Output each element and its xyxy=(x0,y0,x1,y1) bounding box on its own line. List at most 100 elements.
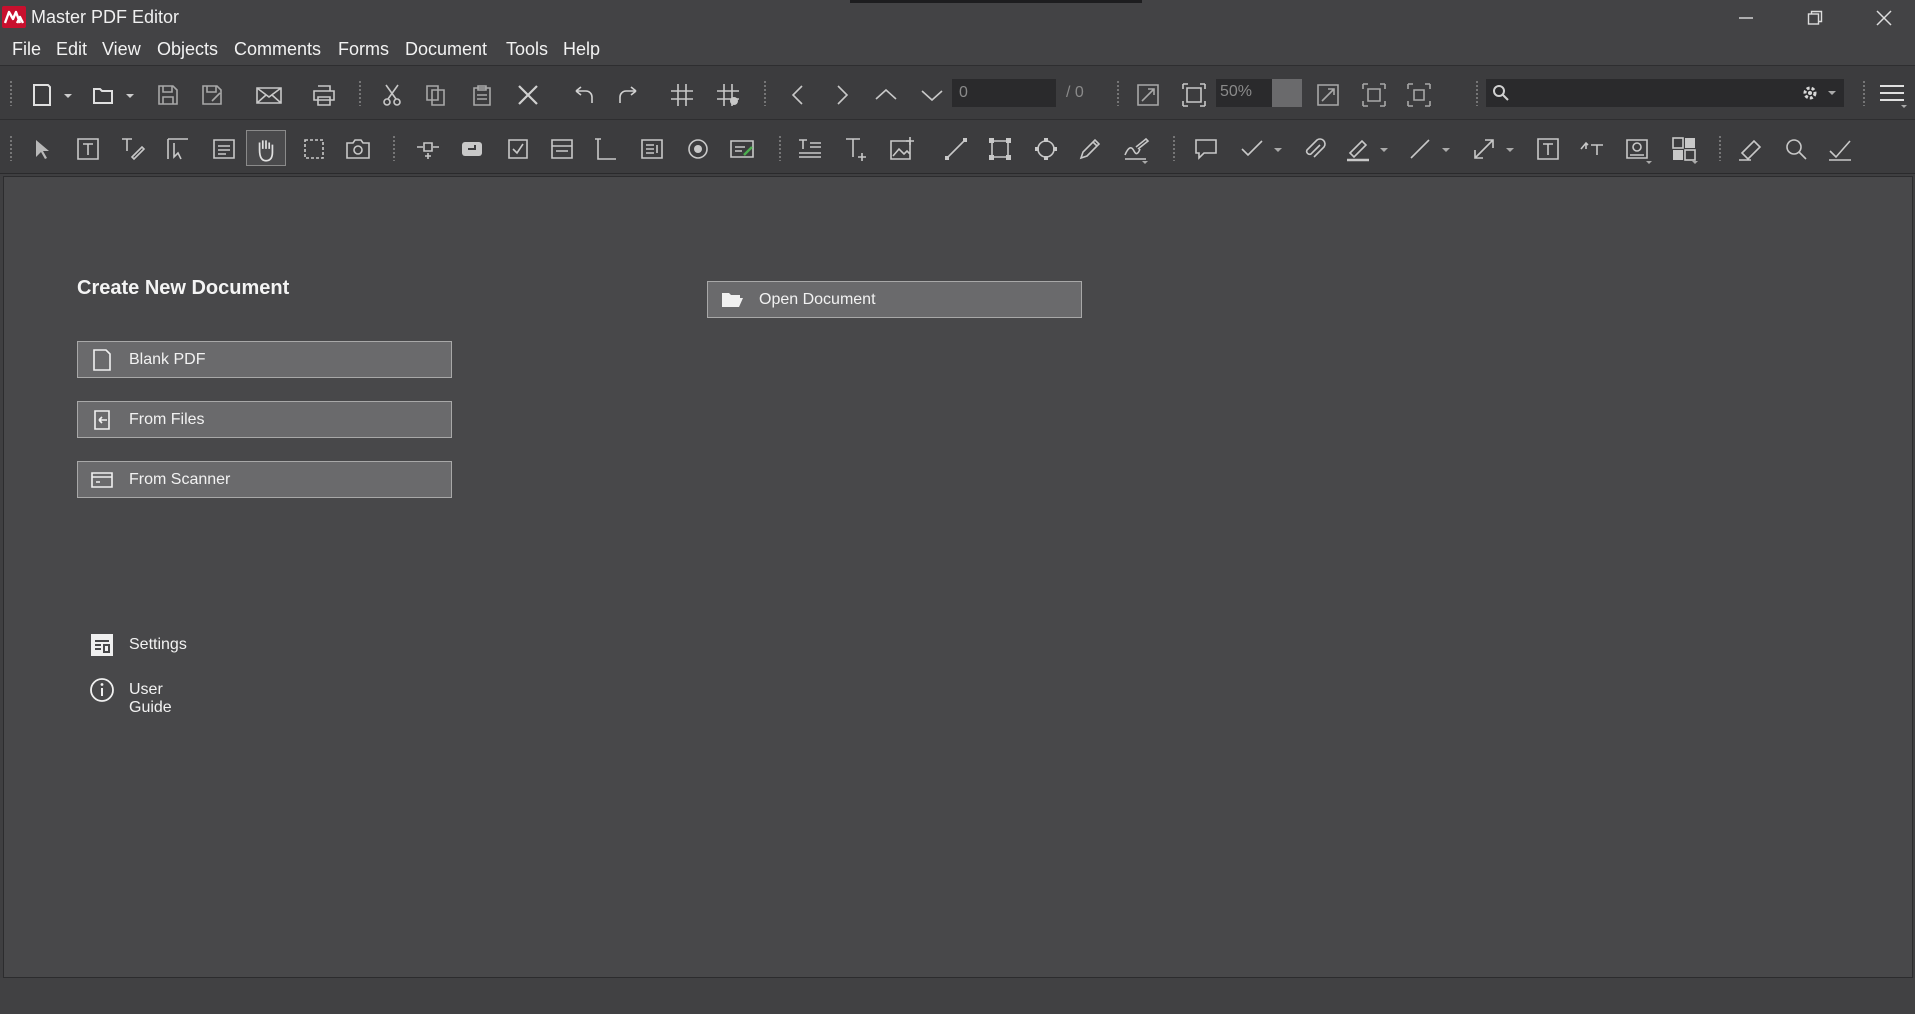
object-arrange-icon[interactable] xyxy=(1666,131,1698,164)
menu-comments[interactable]: Comments xyxy=(234,39,321,60)
line-tool-icon[interactable] xyxy=(938,131,970,163)
menu-file[interactable]: File xyxy=(12,39,41,60)
from-files-button[interactable]: From Files xyxy=(77,401,452,438)
print-icon[interactable] xyxy=(306,77,338,109)
stamp-dropdown-chevron-down-icon[interactable] xyxy=(1268,131,1284,163)
menu-document[interactable]: Document xyxy=(405,39,487,60)
menu-tools[interactable]: Tools xyxy=(506,39,548,60)
paste-icon[interactable] xyxy=(464,77,496,109)
fit-width-icon[interactable] xyxy=(1356,77,1388,109)
edit-objects-icon[interactable] xyxy=(160,131,192,163)
save-icon[interactable] xyxy=(150,77,182,109)
text-box-icon[interactable] xyxy=(1530,131,1562,163)
menu-edit[interactable]: Edit xyxy=(56,39,87,60)
undo-icon[interactable] xyxy=(566,77,598,109)
edit-forms-icon[interactable] xyxy=(206,131,238,163)
snap-to-grid-icon[interactable] xyxy=(710,77,742,109)
previous-page-chevron-left-icon[interactable] xyxy=(780,77,812,109)
from-scanner-button[interactable]: From Scanner xyxy=(77,461,452,498)
arrow-line-icon[interactable] xyxy=(1466,131,1498,163)
radio-button-field-icon[interactable] xyxy=(680,131,712,163)
edit-text-icon[interactable] xyxy=(114,131,146,163)
add-text-paragraph-icon[interactable] xyxy=(792,131,824,163)
toolbar-grip[interactable] xyxy=(763,80,767,106)
snapshot-camera-icon[interactable] xyxy=(340,131,372,163)
callout-icon[interactable] xyxy=(1574,131,1606,163)
page-number-input[interactable]: 0 xyxy=(952,79,1056,107)
link-tool-icon[interactable] xyxy=(410,131,442,163)
toolbar-grip[interactable] xyxy=(9,135,13,161)
main-menu-hamburger-icon[interactable] xyxy=(1876,80,1908,110)
settings-icon xyxy=(91,634,113,656)
toolbar-grip[interactable] xyxy=(778,135,782,161)
hand-tool-icon[interactable] xyxy=(246,130,286,166)
checkbox-field-icon[interactable] xyxy=(500,131,532,163)
minimize-button[interactable] xyxy=(1710,0,1780,34)
toolbar-grip[interactable] xyxy=(1862,80,1866,106)
close-window-button[interactable] xyxy=(1848,0,1915,34)
arrow-dropdown-chevron-down-icon[interactable] xyxy=(1500,131,1516,163)
fit-visible-icon[interactable] xyxy=(1401,77,1433,109)
open-folder-icon[interactable] xyxy=(86,77,118,109)
zoom-in-icon[interactable] xyxy=(1310,77,1342,109)
toolbar-grip[interactable] xyxy=(9,80,13,106)
highlight-marker-icon[interactable] xyxy=(1340,131,1372,163)
highlight-dropdown-chevron-down-icon[interactable] xyxy=(1374,131,1390,163)
menu-objects[interactable]: Objects xyxy=(157,39,218,60)
rectangle-tool-icon[interactable] xyxy=(982,131,1014,163)
search-input[interactable] xyxy=(1486,79,1844,107)
delete-icon[interactable] xyxy=(510,77,542,109)
menu-forms[interactable]: Forms xyxy=(338,39,389,60)
sticky-note-comment-icon[interactable] xyxy=(1188,131,1220,163)
last-page-chevron-down-icon[interactable] xyxy=(914,77,946,109)
zoom-dropdown-button[interactable] xyxy=(1272,79,1302,107)
measure-line-icon[interactable] xyxy=(1402,131,1434,163)
eraser-icon[interactable] xyxy=(1732,131,1764,163)
pencil-tool-icon[interactable] xyxy=(1072,131,1104,163)
add-image-icon[interactable] xyxy=(884,131,916,163)
actual-size-icon[interactable] xyxy=(1130,77,1162,109)
fit-page-icon[interactable] xyxy=(1176,77,1208,109)
search-options-gear-icon[interactable] xyxy=(1798,79,1844,107)
menu-help[interactable]: Help xyxy=(563,39,600,60)
next-page-chevron-right-icon[interactable] xyxy=(824,77,856,109)
grid-icon[interactable] xyxy=(664,77,696,109)
toolbar-grip[interactable] xyxy=(1718,135,1722,161)
checkmark-icon[interactable] xyxy=(1822,131,1854,163)
text-select-icon[interactable] xyxy=(70,131,102,163)
select-arrow-icon[interactable] xyxy=(24,131,56,163)
open-document-button[interactable]: Open Document xyxy=(707,281,1082,318)
ellipse-tool-icon[interactable] xyxy=(1028,131,1060,163)
list-box-field-icon[interactable] xyxy=(634,131,666,163)
toolbar-grip[interactable] xyxy=(358,80,362,106)
toolbar-grip[interactable] xyxy=(1475,80,1479,106)
blank-pdf-button[interactable]: Blank PDF xyxy=(77,341,452,378)
email-icon[interactable] xyxy=(250,77,282,109)
attachment-paperclip-icon[interactable] xyxy=(1296,131,1328,163)
signature-field-icon[interactable] xyxy=(724,131,756,163)
new-dropdown-chevron-down-icon[interactable] xyxy=(58,77,74,109)
save-as-icon[interactable] xyxy=(194,77,226,109)
magnifier-icon[interactable] xyxy=(1778,131,1810,163)
button-field-icon[interactable] xyxy=(454,131,486,163)
checkmark-stamp-icon[interactable] xyxy=(1234,131,1266,163)
select-area-icon[interactable] xyxy=(296,131,328,163)
toolbar-grip[interactable] xyxy=(392,135,396,161)
cut-icon[interactable] xyxy=(374,77,406,109)
copy-icon[interactable] xyxy=(418,77,450,109)
combo-box-field-icon[interactable] xyxy=(544,131,576,163)
redo-icon[interactable] xyxy=(610,77,642,109)
measure-dropdown-chevron-down-icon[interactable] xyxy=(1436,131,1452,163)
restore-button[interactable] xyxy=(1779,0,1849,34)
sign-document-icon[interactable] xyxy=(1118,131,1150,164)
toolbar-grip[interactable] xyxy=(1172,135,1176,161)
menu-view[interactable]: View xyxy=(102,39,141,60)
first-page-chevron-up-icon[interactable] xyxy=(868,77,900,109)
open-dropdown-chevron-down-icon[interactable] xyxy=(120,77,136,109)
zoom-input[interactable]: 50% xyxy=(1216,79,1272,107)
toolbar-grip[interactable] xyxy=(1116,80,1120,106)
add-text-icon[interactable] xyxy=(838,131,870,163)
new-document-icon[interactable] xyxy=(24,77,56,109)
stamp-image-icon[interactable] xyxy=(1620,131,1652,164)
text-field-icon[interactable] xyxy=(588,131,620,163)
